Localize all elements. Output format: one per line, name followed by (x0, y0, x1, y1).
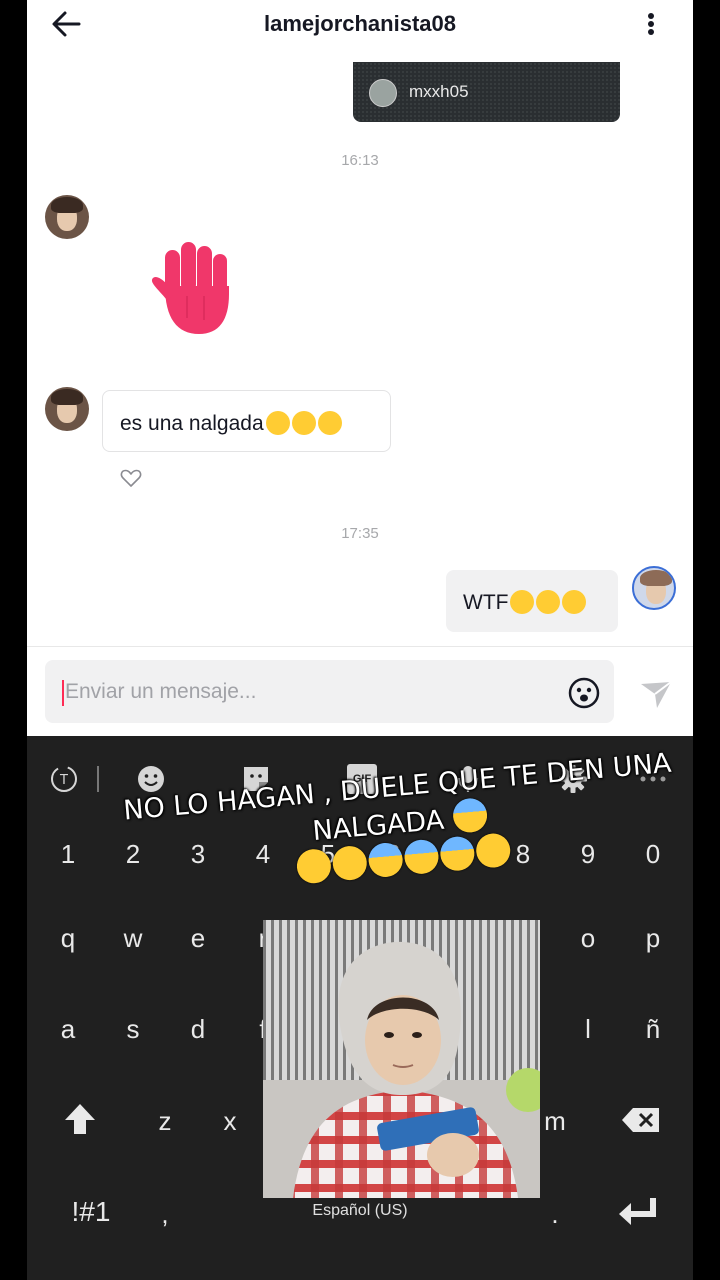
crying-face-emoji-icon (403, 838, 440, 876)
key-d[interactable]: d (173, 1009, 223, 1049)
key-p[interactable]: p (628, 918, 678, 958)
sender-avatar[interactable] (45, 387, 89, 431)
translate-text-icon[interactable]: T (49, 764, 79, 794)
svg-text:T: T (59, 773, 68, 788)
spacebar-language-label[interactable]: Español (US) (27, 1202, 693, 1220)
my-avatar[interactable] (632, 566, 676, 610)
key-x[interactable]: x (205, 1101, 255, 1141)
chat-screen: lamejorchanista08 mxxh05 16:13 es una na… (27, 0, 693, 1280)
kissing-heart-emoji-icon (291, 411, 316, 435)
key-w[interactable]: w (108, 918, 158, 958)
crying-face-emoji-icon (451, 796, 489, 834)
smiling-hearts-emoji-icon (265, 411, 290, 435)
backspace-icon[interactable] (621, 1106, 661, 1134)
key-e[interactable]: e (173, 918, 223, 958)
key-n-tilde[interactable]: ñ (628, 1009, 678, 1049)
message-input[interactable]: Enviar un mensaje... (45, 660, 614, 723)
key-1[interactable]: 1 (43, 834, 93, 874)
key-q[interactable]: q (43, 918, 93, 958)
key-a[interactable]: a (43, 1009, 93, 1049)
outgoing-message-text: WTF (463, 591, 509, 614)
enter-arrow-icon[interactable] (617, 1196, 659, 1228)
text-caret (62, 680, 64, 706)
like-heart-icon[interactable] (119, 466, 143, 490)
screaming-face-emoji-icon (474, 832, 512, 869)
message-input-placeholder: Enviar un mensaje... (65, 680, 257, 703)
anxious-face-emoji-icon (331, 844, 369, 882)
send-icon[interactable] (639, 676, 673, 710)
period-key[interactable]: . (530, 1194, 580, 1234)
anxious-face-emoji-icon (562, 590, 587, 614)
key-z[interactable]: z (140, 1101, 190, 1141)
toolbar-separator (97, 766, 99, 792)
more-options-icon[interactable] (639, 8, 663, 40)
outgoing-message-bubble[interactable]: WTF (446, 570, 618, 632)
emoji-keyboard-icon[interactable] (136, 764, 166, 794)
shared-video-card[interactable]: mxxh05 (353, 62, 620, 122)
key-l[interactable]: l (563, 1009, 613, 1049)
shift-arrow-icon[interactable] (63, 1102, 97, 1136)
crying-face-emoji-icon (367, 841, 405, 879)
key-s[interactable]: s (108, 1009, 158, 1049)
composer-divider (27, 646, 693, 647)
timestamp: 17:35 (341, 525, 379, 542)
crying-face-emoji-icon (438, 835, 476, 873)
incoming-message-text: es una nalgada (120, 412, 264, 435)
emoji-picker-icon[interactable] (567, 676, 601, 710)
screaming-face-emoji-icon (536, 590, 561, 614)
timestamp: 16:13 (341, 152, 379, 169)
kissing-heart-emoji-icon (317, 411, 342, 435)
key-o[interactable]: o (563, 918, 613, 958)
anxious-face-emoji-icon (295, 847, 333, 885)
chat-title: lamejorchanista08 (264, 11, 456, 36)
overlay-photo (263, 920, 540, 1198)
shared-video-avatar (369, 79, 397, 107)
crying-face-emoji-icon (510, 590, 535, 614)
sender-avatar[interactable] (45, 195, 89, 239)
raised-hand-sticker (151, 242, 229, 334)
incoming-message-bubble[interactable]: es una nalgada (102, 390, 391, 452)
chat-header: lamejorchanista08 (27, 0, 693, 48)
shared-video-username: mxxh05 (409, 82, 469, 101)
